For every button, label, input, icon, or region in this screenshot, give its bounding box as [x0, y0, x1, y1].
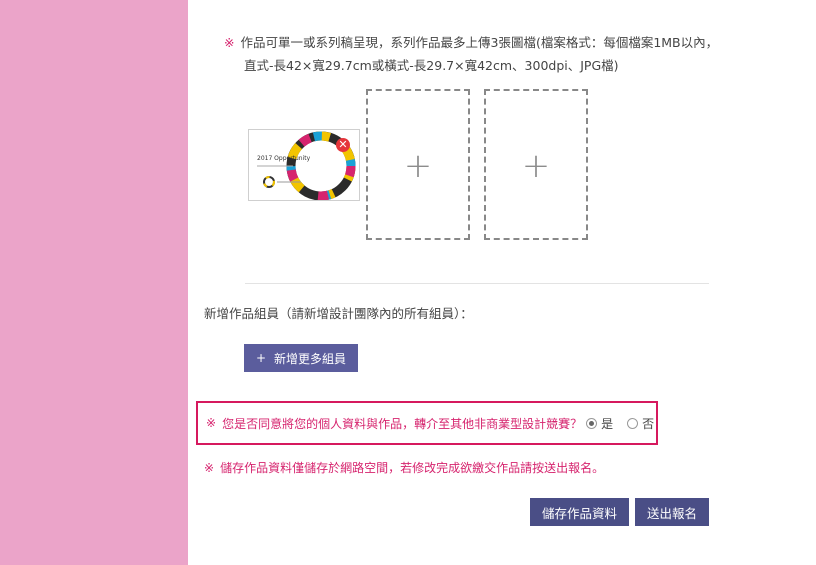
remove-artwork-close-icon[interactable]: ✕	[336, 138, 350, 152]
sidebar-panel	[0, 0, 188, 565]
note-mark: ※	[224, 35, 235, 50]
consent-option-no-label: 否	[642, 416, 655, 431]
consent-option-no[interactable]: 否	[627, 415, 654, 432]
uploaded-artwork-thumbnail[interactable]: 2017 Opportunity ✕	[248, 129, 360, 201]
upload-instructions: ※ 作品可單一或系列稿呈現，系列作品最多上傳3張圖檔(檔案格式：每個檔案1MB以內…	[224, 31, 724, 77]
warning-text: 儲存作品資料僅儲存於網路空間，若修改完成欲繳交作品請按送出報名。	[220, 461, 605, 475]
note-line-1: 作品可單一或系列稿呈現，系列作品最多上傳3張圖檔(檔案格式：每個檔案1MB以內，	[240, 35, 719, 50]
consent-mark: ※	[206, 416, 217, 430]
radio-yes[interactable]	[586, 417, 598, 429]
consent-option-yes-label: 是	[601, 416, 614, 431]
submit-registration-button[interactable]: 送出報名	[635, 498, 709, 526]
consent-question: 您是否同意將您的個人資料與作品，轉介至其他非商業型設計競賽？	[222, 416, 583, 431]
consent-option-yes[interactable]: 是	[586, 415, 613, 432]
save-warning: ※ 儲存作品資料僅儲存於網路空間，若修改完成欲繳交作品請按送出報名。	[204, 459, 604, 476]
plus-icon: +	[403, 146, 433, 186]
note-line-2: 直式-長42×寬29.7cm或橫式-長29.7×寬42cm、300dpi、JPG…	[244, 58, 619, 73]
plus-icon: +	[521, 146, 551, 186]
artwork-title: 2017 Opportunity	[257, 155, 311, 162]
consent-question-box: ※ 您是否同意將您的個人資料與作品，轉介至其他非商業型設計競賽？ 是 否	[196, 401, 658, 445]
warning-mark: ※	[204, 461, 215, 475]
upload-slot-2[interactable]: +	[366, 89, 470, 240]
plus-icon: +	[255, 351, 267, 365]
save-work-button[interactable]: 儲存作品資料	[530, 498, 629, 526]
radio-no[interactable]	[627, 417, 639, 429]
section-divider	[245, 283, 709, 284]
add-members-label: 新增作品組員（請新增設計團隊內的所有組員）：	[204, 306, 473, 321]
add-more-members-button[interactable]: + 新增更多組員	[244, 344, 358, 372]
upload-slot-3[interactable]: +	[484, 89, 588, 240]
add-more-members-label: 新增更多組員	[274, 351, 347, 366]
